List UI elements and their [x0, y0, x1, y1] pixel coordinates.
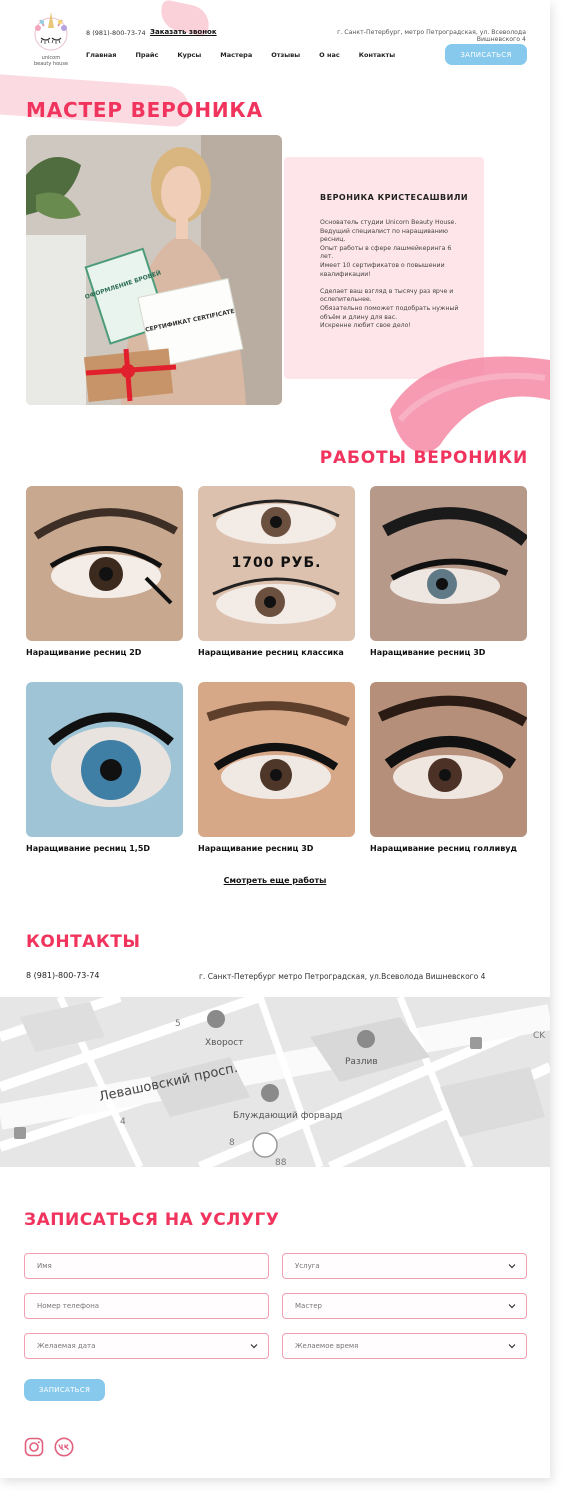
bio-line: Основатель студии Unicorn Beauty House.	[320, 219, 457, 226]
name-field[interactable]: Имя	[24, 1253, 269, 1279]
callback-link[interactable]: Заказать звонок	[150, 28, 217, 36]
brush-decoration	[390, 356, 550, 453]
map-number: CK	[533, 1031, 546, 1041]
main-nav: Главная Прайс Курсы Мастера Отзывы О нас…	[86, 51, 414, 59]
work-label: Наращивание ресниц 3D	[370, 648, 486, 657]
page: unicorn beauty house 8 (981)-800-73-74 З…	[0, 0, 550, 1478]
bio-line: Ведущий специалист по наращиванию ресниц…	[320, 227, 448, 244]
map-place: Блуждающий форвард	[233, 1111, 342, 1121]
more-works-link[interactable]: Смотреть еще работы	[200, 876, 350, 885]
work-photo[interactable]	[370, 682, 527, 837]
page-title: МАСТЕР ВЕРОНИКА	[26, 98, 263, 122]
contacts-phone[interactable]: 8 (981)-800-73-74	[26, 971, 99, 980]
chevron-down-icon	[508, 1304, 516, 1309]
map-place: Хворост	[205, 1038, 243, 1048]
work-label: Наращивание ресниц голливуд	[370, 844, 517, 853]
map-place: Разлив	[345, 1057, 378, 1067]
price-overlay: 1700 РУБ.	[231, 555, 322, 571]
service-placeholder: Услуга	[295, 1262, 320, 1270]
bio-line: Искренне любит свое дело!	[320, 322, 411, 330]
map-number: 8	[229, 1138, 235, 1148]
bio-line: Сделает ваш взгляд в тысячу раз ярче и о…	[320, 287, 454, 304]
work-label: Наращивание ресниц 2D	[26, 648, 142, 657]
work-label: Наращивание ресниц 3D	[198, 844, 314, 853]
map-number: 5	[175, 1019, 181, 1029]
chevron-down-icon	[508, 1264, 516, 1269]
instagram-icon[interactable]	[24, 1437, 44, 1457]
work-photo[interactable]	[26, 486, 183, 641]
svg-text:beauty house: beauty house	[34, 61, 68, 67]
nav-item-masters[interactable]: Мастера	[220, 51, 252, 59]
master-photo: ОФОРМЛЕНИЕ БРОВЕЙ СЕРТИФИКАТ CERTIFICATE	[26, 135, 282, 405]
header-address: г. Санкт-Петербург, метро Петроградская,…	[337, 29, 526, 43]
date-placeholder: Желаемая дата	[37, 1342, 96, 1350]
date-select[interactable]: Желаемая дата	[24, 1333, 269, 1359]
book-button[interactable]: ЗАПИСАТЬСЯ	[445, 44, 527, 65]
time-select[interactable]: Желаемое время	[282, 1333, 527, 1359]
nav-item-courses[interactable]: Курсы	[177, 51, 201, 59]
contacts-address: г. Санкт-Петербург метро Петроградская, …	[199, 972, 486, 981]
time-placeholder: Желаемое время	[295, 1342, 359, 1350]
map-number: 4	[120, 1117, 126, 1127]
master-select[interactable]: Мастер	[282, 1293, 527, 1319]
logo[interactable]: unicorn beauty house	[26, 10, 76, 68]
map-number: 88	[275, 1158, 287, 1167]
work-photo[interactable]	[198, 682, 355, 837]
service-select[interactable]: Услуга	[282, 1253, 527, 1279]
chevron-down-icon	[508, 1344, 516, 1349]
work-photo[interactable]	[370, 486, 527, 641]
work-label: Наращивание ресниц 1,5D	[26, 844, 151, 853]
phone-field[interactable]: Номер телефона	[24, 1293, 269, 1319]
nav-item-price[interactable]: Прайс	[135, 51, 158, 59]
name-placeholder: Имя	[37, 1262, 52, 1270]
bio-line: Имеет 10 сертификатов о повышении квалиф…	[320, 261, 445, 278]
nav-item-contacts[interactable]: Контакты	[359, 51, 395, 59]
master-placeholder: Мастер	[295, 1302, 323, 1310]
map[interactable]: Левашовский просп. Хворост Разлив Блужда…	[0, 997, 550, 1167]
nav-item-about[interactable]: О нас	[319, 51, 340, 59]
bio-line: Обязательно поможет подобрать нужный объ…	[320, 304, 459, 321]
header-phone[interactable]: 8 (981)-800-73-74	[86, 29, 146, 37]
work-label: Наращивание ресниц классика	[198, 648, 344, 657]
master-name: ВЕРОНИКА КРИСТЕСАШВИЛИ	[320, 193, 469, 202]
works-title: РАБОТЫ ВЕРОНИКИ	[319, 448, 528, 468]
contacts-title: КОНТАКТЫ	[26, 932, 141, 952]
chevron-down-icon	[250, 1344, 258, 1349]
master-bio: Основатель студии Unicorn Beauty House. …	[320, 219, 460, 339]
submit-button[interactable]: ЗАПИСАТЬСЯ	[24, 1379, 105, 1401]
work-photo[interactable]	[26, 682, 183, 837]
nav-item-reviews[interactable]: Отзывы	[271, 51, 300, 59]
bio-line: Опыт работы в сфере лашмейкеринга 6 лет.	[320, 244, 452, 261]
phone-placeholder: Номер телефона	[37, 1302, 100, 1310]
booking-title: ЗАПИСАТЬСЯ НА УСЛУГУ	[24, 1210, 280, 1230]
nav-item-home[interactable]: Главная	[86, 51, 116, 59]
vk-icon[interactable]	[54, 1437, 74, 1457]
